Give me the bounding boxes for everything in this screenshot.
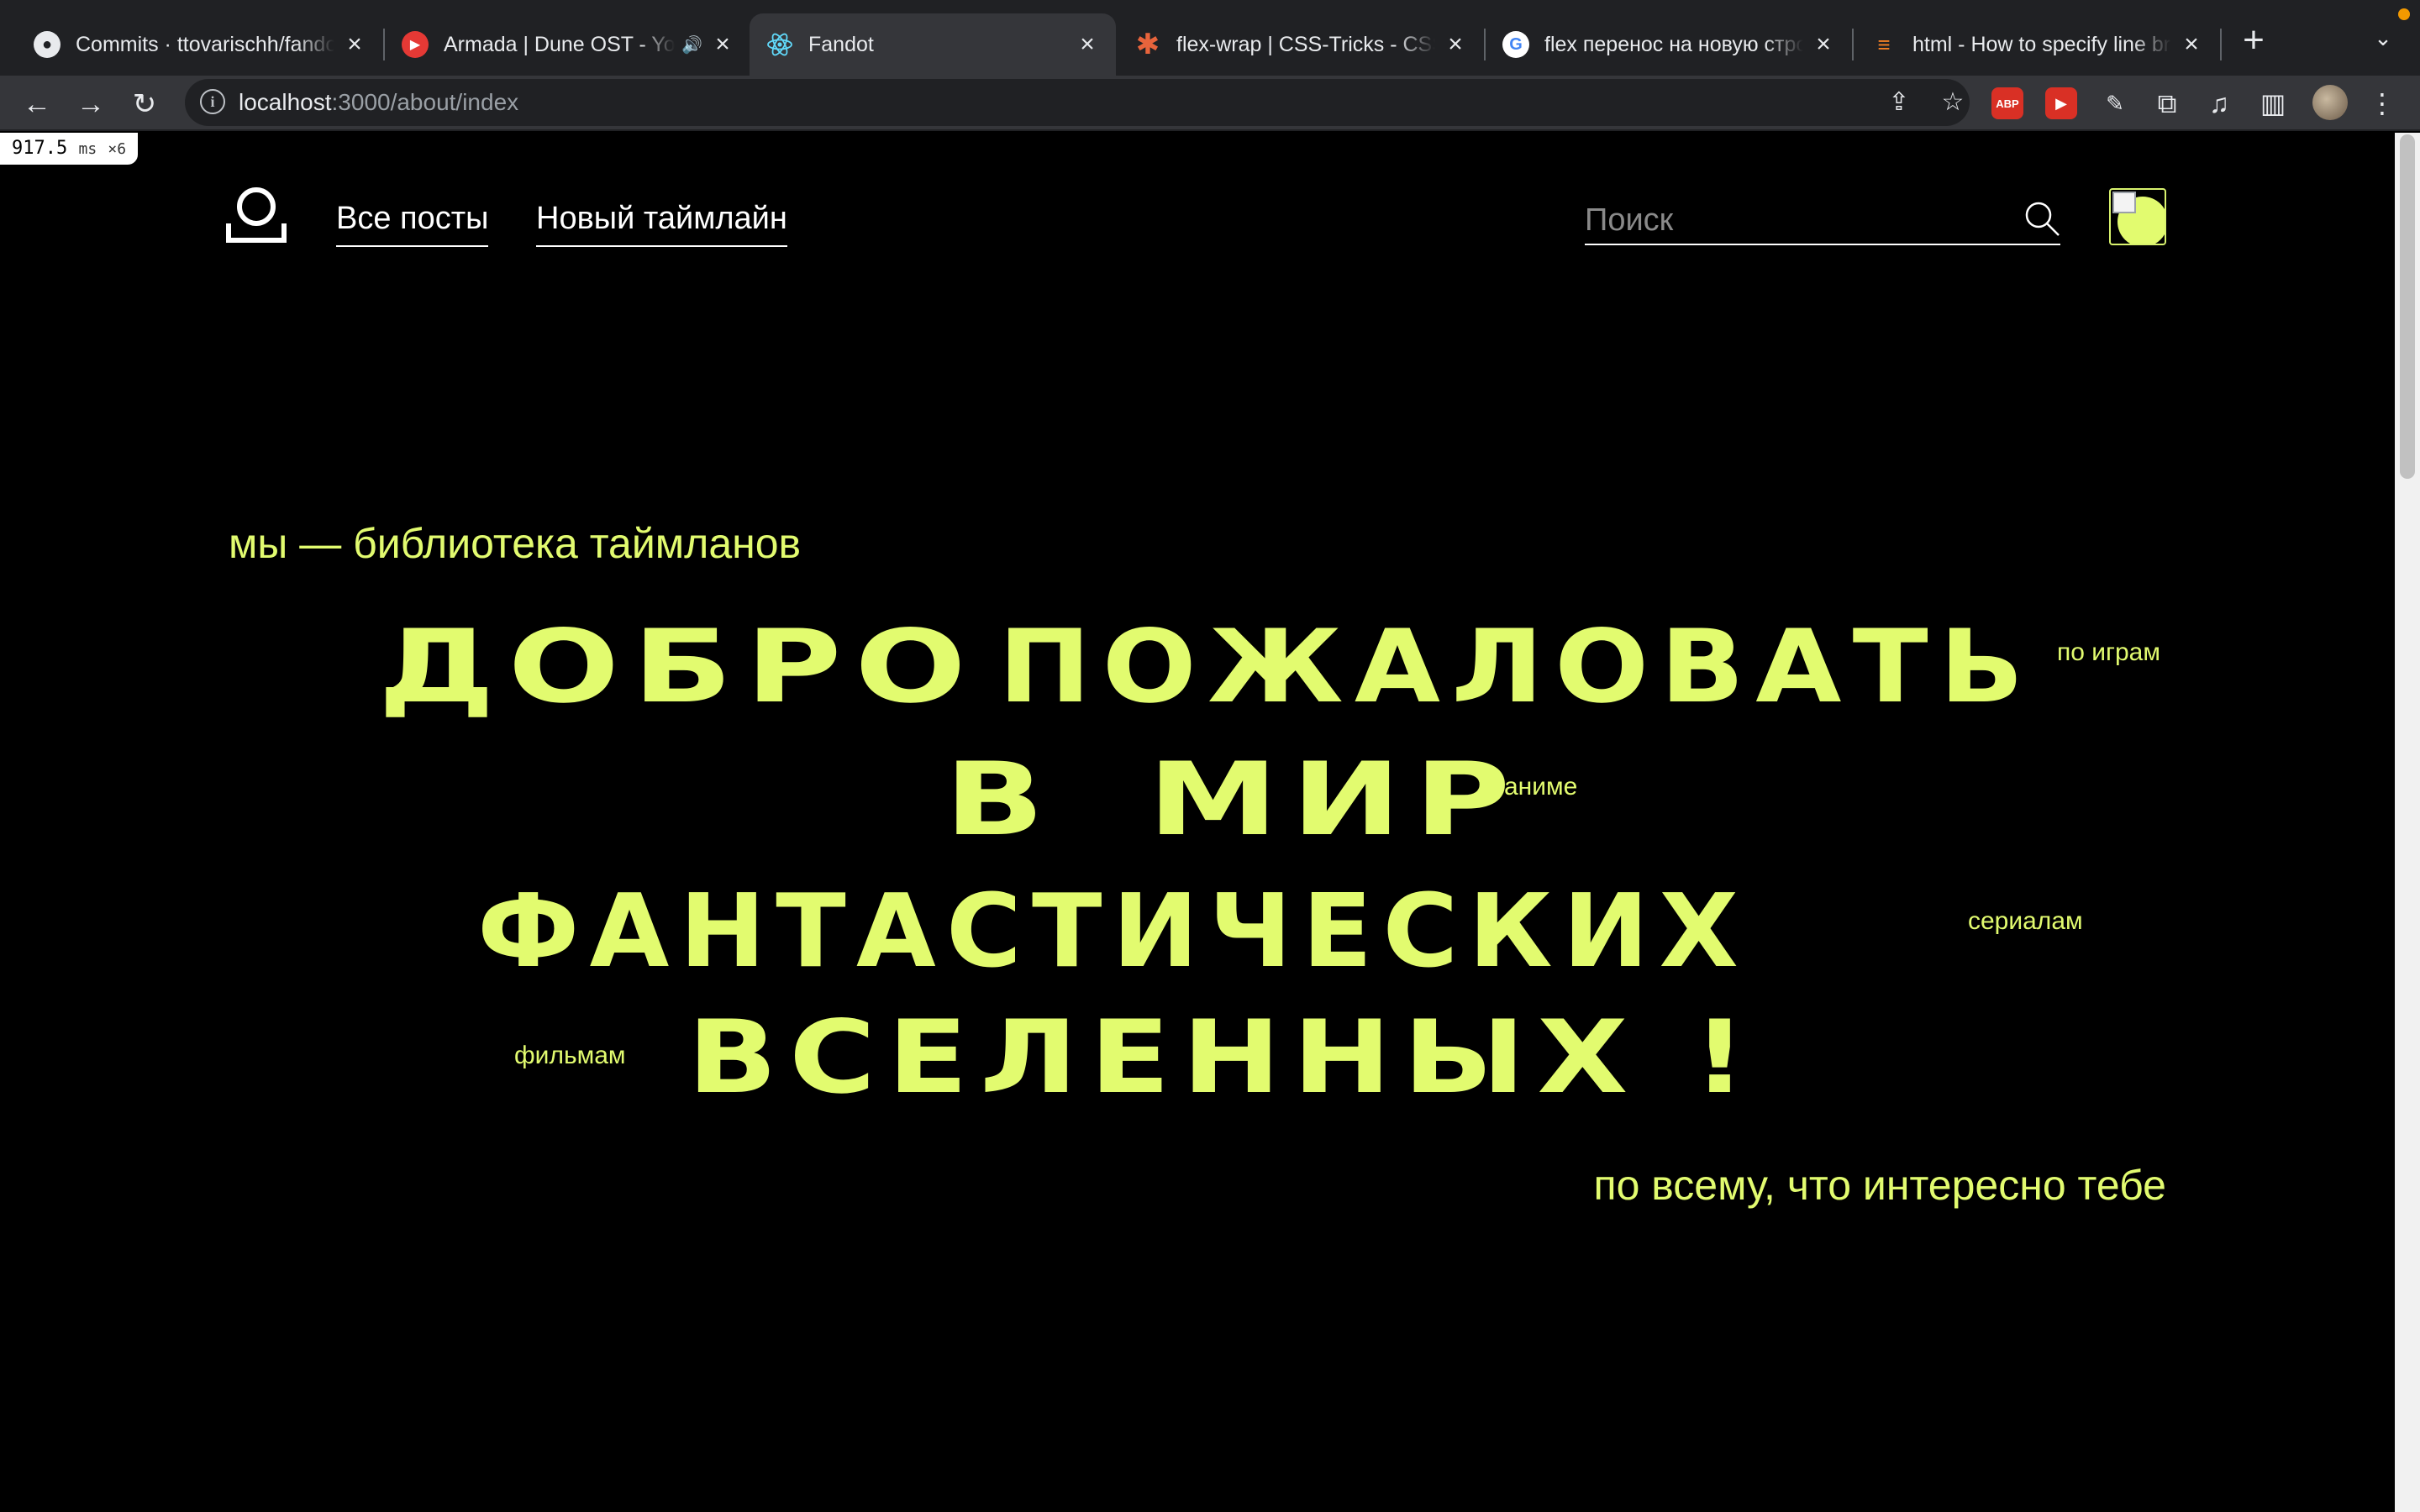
profile-avatar[interactable]	[2312, 85, 2348, 120]
stackoverflow-icon: ≡	[1877, 31, 1891, 57]
search-icon[interactable]	[2023, 200, 2060, 237]
tab-youtube-music[interactable]: ▶ Armada | Dune OST - YouTube 🔊 ×	[385, 13, 751, 76]
tab-separator	[2220, 29, 2222, 60]
hero-word-pozhalovat: ПОЖАЛОВАТЬ	[998, 609, 2035, 726]
new-tab-button[interactable]: +	[2237, 22, 2270, 59]
close-icon[interactable]: ×	[1444, 30, 1467, 58]
speaker-icon[interactable]: 🔊	[681, 34, 702, 55]
close-icon[interactable]: ×	[711, 30, 734, 58]
feather-extension-icon[interactable]: ✎	[2097, 86, 2133, 121]
reload-icon[interactable]: ↻	[126, 86, 163, 123]
close-icon[interactable]: ×	[2180, 30, 2203, 58]
search-input[interactable]	[1585, 200, 2005, 240]
adblock-plus-icon[interactable]: ABP	[1991, 87, 2023, 119]
tab-title: flex-wrap | CSS-Tricks - CSS-Tricks	[1176, 32, 1435, 56]
tab-search-icon[interactable]: ⌄	[2368, 25, 2398, 55]
fandot-logo-icon[interactable]	[225, 186, 287, 245]
github-icon: ●	[34, 31, 60, 58]
nav-new-timeline[interactable]: Новый таймлайн	[536, 198, 787, 247]
side-panel-icon[interactable]: ▥	[2255, 86, 2291, 121]
scrollbar-thumb[interactable]	[2400, 134, 2415, 479]
tab-title: flex перенос на новую строку - Поиск в G…	[1544, 32, 1803, 56]
back-icon[interactable]: ←	[18, 86, 55, 123]
hero-word-vselennyh: ВСЕЛЕННЫХ !	[687, 1000, 1759, 1116]
bookmark-star-icon[interactable]: ☆	[1938, 87, 1968, 118]
css-tricks-icon: ✱	[1135, 29, 1160, 60]
search-box	[1585, 193, 2060, 245]
tab-strip: ● Commits · ttovarischh/fandot × ▶ Armad…	[0, 0, 2420, 76]
close-icon[interactable]: ×	[1812, 30, 1835, 58]
site-info-icon[interactable]: i	[200, 89, 225, 114]
hero-word-dobro: ДОБРО	[378, 609, 980, 726]
hero-word-mir: МИР	[1148, 742, 1523, 858]
update-indicator	[2398, 8, 2410, 20]
broken-image-icon	[2112, 192, 2136, 213]
close-icon[interactable]: ×	[1076, 30, 1099, 58]
hero-trail-text: по всему, что интересно тебе	[1593, 1162, 2166, 1209]
tab-css-tricks[interactable]: ✱ flex-wrap | CSS-Tricks - CSS-Tricks ×	[1118, 13, 1484, 76]
hero-tag-games: по играм	[2057, 638, 2160, 666]
tab-title: Fandot	[808, 32, 874, 56]
share-icon[interactable]: ⇪	[1884, 87, 1914, 118]
tab-stackoverflow[interactable]: ≡ html - How to specify line breaks ×	[1854, 13, 2220, 76]
youtube-extension-icon[interactable]: ▶	[2045, 87, 2077, 119]
address-bar[interactable]: i localhost:3000/about/index ⇪ ☆	[185, 79, 1970, 126]
tab-github[interactable]: ● Commits · ttovarischh/fandot ×	[17, 13, 383, 76]
forward-icon[interactable]: →	[72, 86, 109, 123]
nav-all-posts[interactable]: Все посты	[336, 198, 489, 247]
hero-lead-text: мы — библиотека таймланов	[229, 520, 802, 567]
user-avatar[interactable]	[2109, 188, 2166, 245]
hero-word-v: В	[944, 742, 1058, 858]
hero-tag-anime: аниме	[1504, 773, 1578, 801]
media-controls-icon[interactable]: ♫	[2202, 86, 2237, 121]
react-icon	[766, 31, 793, 58]
hero-word-fantasticheskih: ФАНТАСТИЧЕСКИХ	[477, 874, 1749, 990]
tab-title: html - How to specify line breaks	[1912, 32, 2171, 56]
url-text[interactable]: localhost:3000/about/index	[239, 89, 518, 116]
tab-title: Armada | Dune OST - YouTube	[444, 32, 676, 56]
youtube-music-icon: ▶	[402, 31, 429, 58]
menu-kebab-icon[interactable]: ⋮	[2365, 86, 2400, 121]
close-icon[interactable]: ×	[343, 30, 366, 58]
tab-title: Commits · ttovarischh/fandot	[76, 32, 334, 56]
tab-google[interactable]: G flex перенос на новую строку - Поиск в…	[1486, 13, 1852, 76]
google-icon: G	[1502, 31, 1529, 58]
hero-tag-series: сериалам	[1968, 907, 2083, 935]
hero-tag-films: фильмам	[514, 1042, 626, 1069]
extensions-puzzle-icon[interactable]: ⧉	[2149, 86, 2185, 121]
tab-fandot[interactable]: Fandot ×	[750, 13, 1116, 76]
perf-badge: 917.5 ms ×6	[0, 133, 139, 165]
